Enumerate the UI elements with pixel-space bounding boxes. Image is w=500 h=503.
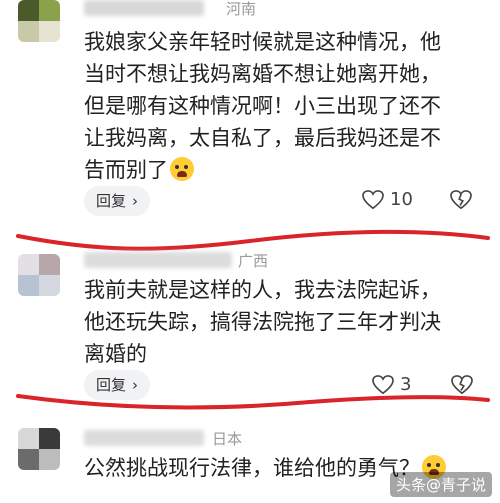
comment-2: 广西 我前夫就是这样的人，我去法院起诉， 他还玩失踪，搞得法院拖了三年才判决 离… bbox=[0, 250, 500, 410]
crying-face-emoji-icon bbox=[170, 157, 194, 181]
dislike-button[interactable] bbox=[450, 190, 472, 214]
username-blurred[interactable] bbox=[84, 252, 232, 268]
chevron-right-icon: › bbox=[132, 192, 139, 210]
reply-button[interactable]: 回复 › bbox=[84, 186, 151, 216]
username-blurred[interactable] bbox=[84, 430, 204, 446]
avatar[interactable] bbox=[18, 0, 60, 42]
region-label: 日本 bbox=[212, 430, 243, 448]
comment-text: 我前夫就是这样的人，我去法院起诉， 他还玩失踪，搞得法院拖了三年才判决 离婚的 bbox=[84, 278, 441, 366]
red-annotation-line bbox=[16, 394, 490, 410]
region-label: 河南 bbox=[226, 0, 257, 18]
like-button[interactable]: 10 bbox=[362, 189, 413, 210]
avatar[interactable] bbox=[18, 254, 60, 296]
username-blurred[interactable] bbox=[84, 0, 204, 16]
avatar[interactable] bbox=[18, 428, 60, 470]
comment-1: 河南 我娘家父亲年轻时候就是这种情况，他 当时不想让我妈离婚不想让她离开她， 但… bbox=[0, 0, 500, 235]
broken-heart-icon bbox=[450, 190, 472, 210]
watermark: 头条@青子说 bbox=[389, 472, 492, 497]
heart-icon bbox=[362, 189, 384, 209]
like-count: 10 bbox=[390, 189, 413, 210]
comment-text: 我娘家父亲年轻时候就是这种情况，他 当时不想让我妈离婚不想让她离开她， 但是哪有… bbox=[84, 30, 441, 182]
region-label: 广西 bbox=[238, 252, 269, 270]
